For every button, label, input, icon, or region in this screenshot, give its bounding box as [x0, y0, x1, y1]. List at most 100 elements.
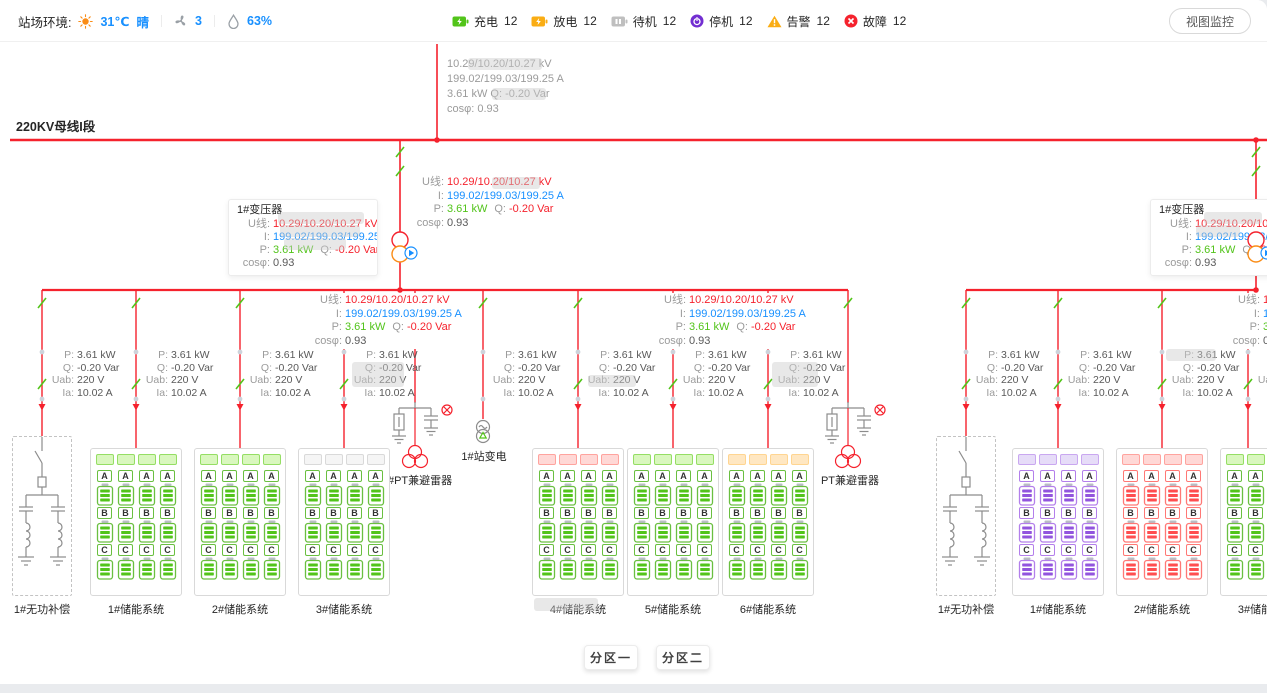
- u-value: 10.29/10.20/10.27 kV: [345, 294, 450, 308]
- battery-rack-column: ABC: [1164, 454, 1182, 590]
- q-value: -0.20 Var: [751, 321, 795, 335]
- p-label: P:: [1159, 244, 1192, 257]
- battery-icon: [325, 557, 343, 580]
- rack-row-label: A: [1227, 470, 1242, 482]
- battery-icon: [1185, 483, 1203, 506]
- q-label: Q:: [1242, 244, 1254, 257]
- p-label: P:: [773, 349, 800, 362]
- battery-rack-column: ABC: [1122, 454, 1140, 590]
- battery-icon: [728, 520, 746, 543]
- legend-item-battery-charge[interactable]: 充电12: [452, 13, 517, 30]
- divider: [214, 15, 215, 27]
- storage-system-box[interactable]: ABCABCABCABC: [722, 448, 814, 596]
- battery-icon: [654, 483, 672, 506]
- rack-row-label: C: [771, 544, 786, 556]
- feeder-metric-block: P:3.61 kWQ:-0.20 VarUab:220 VIa:10.02 A: [678, 349, 750, 399]
- rack-row-label: A: [326, 470, 341, 482]
- q-label: Q:: [971, 362, 998, 375]
- rack-status-cell: [96, 454, 114, 465]
- battery-rack-column: ABC: [346, 454, 364, 590]
- rack-row-label: A: [771, 470, 786, 482]
- rack-row-label: B: [676, 507, 691, 519]
- battery-icon: [1143, 483, 1161, 506]
- storage-system-box[interactable]: ABCABCABCABC: [298, 448, 390, 596]
- reactive-compensation-right[interactable]: [936, 436, 996, 596]
- battery-icon: [654, 520, 672, 543]
- rack-row-label: C: [634, 544, 649, 556]
- rack-row-label: C: [792, 544, 807, 556]
- battery-icon: [559, 557, 577, 580]
- rack-row-label: B: [750, 507, 765, 519]
- i-label: I:: [1159, 231, 1192, 244]
- rack-status-cell: [1018, 454, 1036, 465]
- rack-status-cell: [1039, 454, 1057, 465]
- pt-right-label: PT兼避雷器: [815, 472, 885, 488]
- storage-system-box[interactable]: ABCABCABCABC: [627, 448, 719, 596]
- battery-icon: [200, 520, 218, 543]
- battery-icon: [675, 483, 693, 506]
- storage-system-box[interactable]: ABCABCABCABC: [1116, 448, 1208, 596]
- storage-system-box[interactable]: ABCABCABCABC: [1012, 448, 1104, 596]
- view-monitor-button[interactable]: 视图监控: [1169, 8, 1251, 34]
- storage-system-box[interactable]: ABCABCABCABC: [194, 448, 286, 596]
- uab-value: 220 V: [171, 374, 198, 387]
- legend-item-stop[interactable]: 停机12: [690, 13, 752, 30]
- rack-status-cell: [1081, 454, 1099, 465]
- blur-patch: [772, 362, 818, 387]
- p-value: 3.61 kW: [171, 349, 210, 362]
- storage-system-label: 2#储能系统: [1116, 601, 1208, 617]
- rack-status-cell: [728, 454, 746, 465]
- battery-icon: [242, 520, 260, 543]
- rack-row-label: A: [1123, 470, 1138, 482]
- legend-item-alarm[interactable]: 告警12: [767, 13, 830, 30]
- rack-row-label: C: [602, 544, 617, 556]
- rack-row-label: C: [264, 544, 279, 556]
- legend-item-battery-discharge[interactable]: 放电12: [531, 13, 596, 30]
- battery-icon: [696, 483, 714, 506]
- cos-label: cosφ:: [653, 335, 686, 349]
- p-label: P:: [653, 321, 686, 335]
- battery-icon: [601, 483, 619, 506]
- rack-status-cell: [159, 454, 177, 465]
- battery-icon: [1018, 557, 1036, 580]
- storage-system-label: 6#储能系统: [722, 601, 814, 617]
- uab-label: Uab:: [1167, 374, 1194, 387]
- legend-item-fault[interactable]: 故障12: [844, 13, 906, 30]
- rack-row-label: B: [634, 507, 649, 519]
- legend-item-battery-standby[interactable]: 待机12: [611, 13, 676, 30]
- storage-system-box[interactable]: ABCABCABCABC: [532, 448, 624, 596]
- uab-label: Uab:: [1063, 374, 1090, 387]
- ia-value: 10.02 A: [1197, 387, 1233, 400]
- battery-icon: [601, 520, 619, 543]
- rack-row-label: B: [326, 507, 341, 519]
- ia-label: Ia:: [47, 387, 74, 400]
- p-label: P:: [349, 349, 376, 362]
- i-value: 199.02/199.03/199.25 A: [345, 308, 462, 322]
- q-value: -0.20 Var: [77, 362, 119, 375]
- rack-row-label: B: [118, 507, 133, 519]
- rack-row-label: A: [655, 470, 670, 482]
- ia-value: 10.02 A: [379, 387, 415, 400]
- rack-status-cell: [749, 454, 767, 465]
- rack-row-label: B: [581, 507, 596, 519]
- scada-monitoring-page: 站场环境: 31℃ 晴 3 63% 充电12放电12待机12停机12告警12故障…: [0, 0, 1267, 684]
- reactive-compensation-left[interactable]: [12, 436, 72, 596]
- rack-row-label: A: [1019, 470, 1034, 482]
- blur-patch: [588, 375, 636, 387]
- storage-system-box[interactable]: ABCABCABCABC: [90, 448, 182, 596]
- rack-row-label: A: [602, 470, 617, 482]
- rack-status-cell: [1247, 454, 1265, 465]
- storage-system-box[interactable]: ABCABCABCABC: [1220, 448, 1267, 596]
- rack-row-label: A: [560, 470, 575, 482]
- zone1-button[interactable]: 分区一: [584, 645, 638, 670]
- battery-icon: [1226, 520, 1244, 543]
- q-label: Q:: [678, 362, 705, 375]
- humidity-value: 63%: [247, 14, 272, 28]
- rack-row-label: B: [139, 507, 154, 519]
- rack-row-label: B: [1165, 507, 1180, 519]
- q-label: Q:: [245, 362, 272, 375]
- zone2-button[interactable]: 分区二: [656, 645, 710, 670]
- rack-status-cell: [1143, 454, 1161, 465]
- battery-icon: [242, 557, 260, 580]
- p-label: P:: [411, 203, 444, 217]
